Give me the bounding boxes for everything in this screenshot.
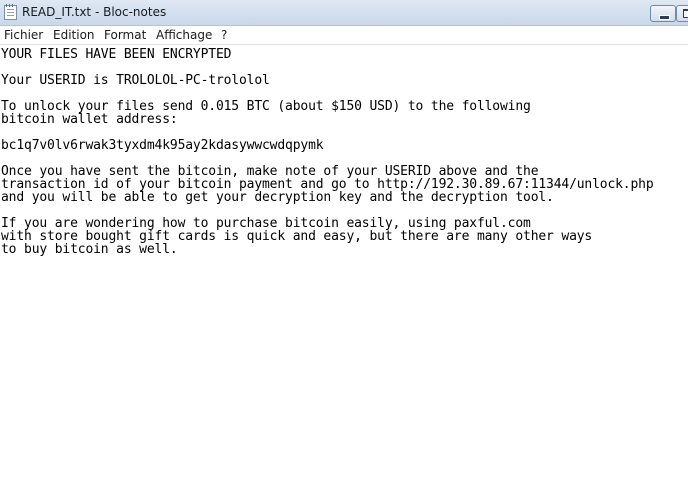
maximize-icon bbox=[683, 9, 688, 18]
window-title: READ_IT.txt - Bloc-notes bbox=[22, 5, 167, 19]
menu-help[interactable]: ? bbox=[221, 28, 227, 42]
text-line: bitcoin wallet address: bbox=[1, 112, 178, 127]
menu-fichier[interactable]: Fichier bbox=[4, 28, 43, 42]
minimize-icon bbox=[659, 15, 670, 20]
menu-affichage[interactable]: Affichage bbox=[156, 28, 212, 42]
menu-format[interactable]: Format bbox=[104, 28, 146, 42]
text-line: and you will be able to get your decrypt… bbox=[1, 190, 554, 205]
minimize-button[interactable] bbox=[650, 5, 676, 22]
text-line: to buy bitcoin as well. bbox=[1, 242, 178, 257]
text-line: Your USERID is TROLOLOL-PC-trololol bbox=[1, 73, 270, 88]
menu-bar: Fichier Edition Format Affichage ? bbox=[0, 26, 688, 45]
menu-edition[interactable]: Edition bbox=[53, 28, 95, 42]
notepad-icon bbox=[4, 4, 17, 20]
text-editor-area[interactable]: YOUR FILES HAVE BEEN ENCRYPTED Your USER… bbox=[0, 45, 688, 479]
text-line: YOUR FILES HAVE BEEN ENCRYPTED bbox=[1, 47, 232, 62]
maximize-button[interactable] bbox=[676, 5, 688, 22]
text-line: bc1q7v0lv6rwak3tyxdm4k95ay2kdasywwcwdqpy… bbox=[1, 138, 324, 153]
title-bar[interactable]: READ_IT.txt - Bloc-notes bbox=[0, 0, 688, 26]
